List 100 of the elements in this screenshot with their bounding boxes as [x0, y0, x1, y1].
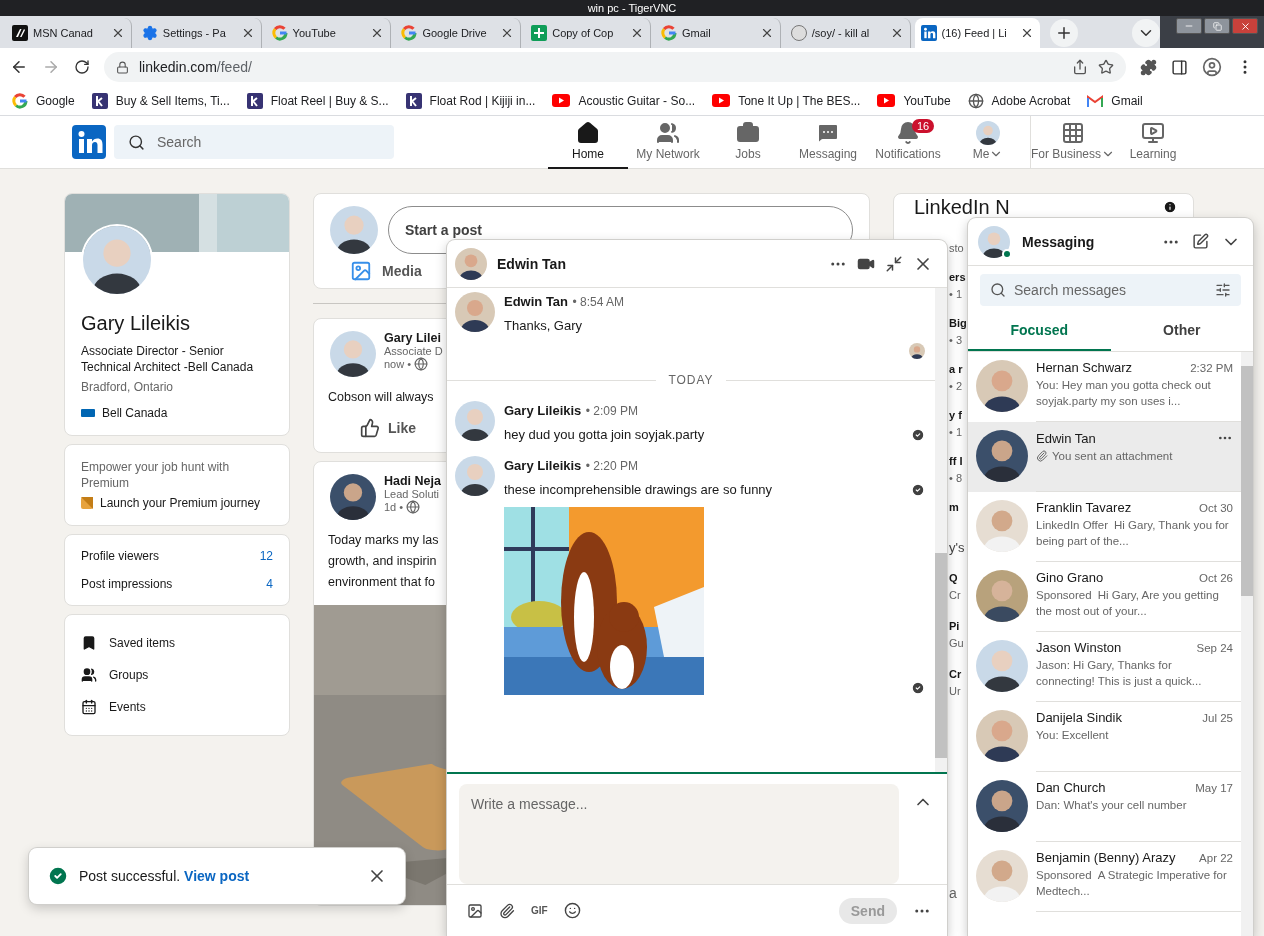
conversation-item[interactable]: Dan Church May 17 Dan: What's your cell number — [968, 772, 1241, 842]
logo-icon[interactable] — [72, 125, 106, 159]
star-icon[interactable] — [1098, 59, 1114, 75]
news-headline[interactable]: Big — [949, 314, 967, 332]
new-tab-button[interactable] — [1050, 19, 1079, 47]
browser-tab[interactable]: (16) Feed | Li — [914, 18, 1041, 48]
collapse-icon[interactable] — [885, 254, 903, 273]
view-post-link[interactable]: View post — [184, 868, 250, 884]
panel-title[interactable]: Messaging — [1022, 233, 1150, 250]
stat-row[interactable]: Profile viewers 12 — [81, 549, 273, 563]
logo-icon[interactable] — [920, 25, 937, 41]
bookmark-link[interactable]: Gmail — [1087, 93, 1143, 108]
sender-name[interactable]: Gary Lileikis — [504, 403, 582, 418]
message-date: May 17 — [1195, 781, 1233, 794]
briefcase-icon — [736, 121, 760, 145]
info-icon[interactable] — [1163, 200, 1177, 214]
scroll-thumb[interactable] — [1241, 366, 1253, 596]
side-panel-icon[interactable] — [1171, 58, 1188, 76]
bookmark-link[interactable]: Adobe Acrobat — [967, 92, 1071, 109]
conversation-item[interactable]: Jason Winston Sep 24 Jason: Hi Gary, Thanks for connecting! This is just a quick... — [968, 632, 1241, 702]
bookmark-link[interactable]: Tone It Up | The BES... — [712, 93, 861, 108]
reload-icon[interactable] — [74, 59, 90, 75]
scroll-thumb[interactable] — [935, 553, 947, 758]
media-button[interactable]: Media — [314, 254, 440, 288]
profile-location: Bradford, Ontario — [81, 379, 175, 395]
nav-item[interactable]: Me — [948, 115, 1028, 169]
nav-item[interactable]: Jobs — [708, 115, 788, 169]
message-text: these incomprehensible drawings are so funny — [504, 482, 773, 497]
nav-item[interactable]: My Network — [628, 115, 708, 169]
company-logo-icon — [81, 409, 95, 417]
image-icon[interactable] — [467, 902, 483, 919]
back-icon[interactable] — [10, 58, 28, 76]
sender-name[interactable]: Gary Lileikis — [504, 458, 582, 473]
conversation-item[interactable]: Danijela Sindik Jul 25 You: Excellent — [968, 702, 1241, 772]
news-headline[interactable]: ff I — [949, 452, 963, 470]
puzzle-title[interactable]: Cr — [949, 665, 962, 683]
compose-icon[interactable] — [1192, 233, 1209, 250]
post-author[interactable]: Gary Lilei — [384, 331, 443, 345]
tab-search-button[interactable] — [1132, 19, 1161, 47]
share-icon[interactable] — [1072, 59, 1088, 75]
message-preview: You: Excellent — [1036, 728, 1109, 743]
gif-button[interactable]: GIF — [531, 905, 548, 916]
profile-name[interactable]: Gary Lileikis — [81, 312, 273, 335]
puzzle-title[interactable]: Pi — [949, 617, 960, 635]
conversation-item[interactable]: Edwin Tan You sent an attachment — [968, 422, 1241, 492]
restore-button[interactable] — [1204, 18, 1230, 34]
search-bar[interactable]: Search messages — [980, 274, 1241, 306]
conversation-item[interactable]: Franklin Tavarez Oct 30 LinkedIn Offer Hi Gary, Thank you for being part of the... — [968, 492, 1241, 562]
avatar — [330, 206, 378, 254]
bookmark-link[interactable]: Float Reel | Buy & S... — [246, 92, 389, 109]
nav-item[interactable]: For Business — [1033, 115, 1113, 169]
avatar — [455, 401, 495, 441]
news-headline[interactable]: a r — [949, 360, 963, 378]
message-field[interactable]: Write a message... — [459, 784, 899, 884]
attach-icon[interactable] — [499, 902, 515, 919]
bookmark-link[interactable]: Buy & Sell Items, Ti... — [91, 92, 230, 109]
stat-row[interactable]: Post impressions 4 — [81, 577, 273, 591]
avatar — [976, 570, 1028, 622]
address-field[interactable]: linkedin.com/feed/ — [104, 52, 1126, 82]
nav-item[interactable]: Home — [548, 115, 628, 169]
news-headline[interactable]: y f — [949, 406, 962, 424]
bookmark-link[interactable]: Float Rod | Kijiji in... — [405, 92, 536, 109]
puzzle-title[interactable]: Q — [949, 569, 958, 587]
news-headline[interactable]: m — [949, 498, 959, 516]
close-icon[interactable] — [630, 26, 644, 40]
minimize-button[interactable] — [1176, 18, 1202, 34]
message-time: • 8:54 AM — [572, 295, 625, 309]
close-button[interactable] — [1232, 18, 1258, 34]
profile-icon[interactable] — [1202, 57, 1222, 77]
conversation-item[interactable]: Benjamin (Benny) Arazy Apr 22 Sponsored A Strategic Imperative for Medtech... — [968, 842, 1241, 912]
nav-item[interactable]: Learning — [1113, 115, 1193, 169]
search-field[interactable]: Search messages — [1012, 281, 1209, 299]
news-title: LinkedIn N — [914, 196, 1010, 218]
nav-item[interactable]: Messaging — [788, 115, 868, 169]
nav-item[interactable]: Notifications 16 — [868, 115, 948, 169]
globe-icon — [414, 357, 429, 371]
window-title: win pc - TigerVNC — [0, 0, 1264, 16]
search-field[interactable]: Search — [155, 133, 355, 151]
shortcut-link[interactable]: Groups — [81, 661, 273, 689]
news-headline[interactable]: ers — [949, 268, 966, 286]
post-author[interactable]: Hadi Neja — [384, 474, 441, 488]
conversation-item[interactable]: Hernan Schwarz 2:32 PM You: Hey man you gotta check out soyjak.party my son uses i... — [968, 352, 1241, 422]
emoji-icon[interactable] — [563, 902, 581, 919]
people-icon — [656, 121, 680, 145]
shortcut-link[interactable]: Events — [81, 693, 273, 721]
bookmark-link[interactable]: YouTube — [877, 93, 951, 108]
conversation-item[interactable]: Gino Grano Oct 26 Sponsored Hi Gary, Are you getting the most out of your... — [968, 562, 1241, 632]
message-preview: Dan: What's your cell number — [1036, 798, 1187, 813]
search-bar[interactable]: Search — [114, 125, 394, 159]
chat-contact-name[interactable]: Edwin Tan — [497, 255, 819, 272]
like-button[interactable]: Like — [360, 418, 416, 438]
shortcut-link[interactable]: Saved items — [81, 629, 273, 657]
sender-name[interactable]: Edwin Tan — [504, 294, 569, 309]
extensions-icon[interactable] — [1140, 58, 1157, 76]
premium-link[interactable]: Launch your Premium journey — [100, 495, 261, 511]
bookmark-link[interactable]: Acoustic Guitar - So... — [552, 93, 696, 108]
filter-icon[interactable] — [1215, 282, 1231, 298]
tab[interactable]: Other — [1110, 310, 1253, 351]
company-name[interactable]: Bell Canada — [102, 405, 168, 421]
bookmark-link[interactable]: Google — [12, 92, 75, 109]
